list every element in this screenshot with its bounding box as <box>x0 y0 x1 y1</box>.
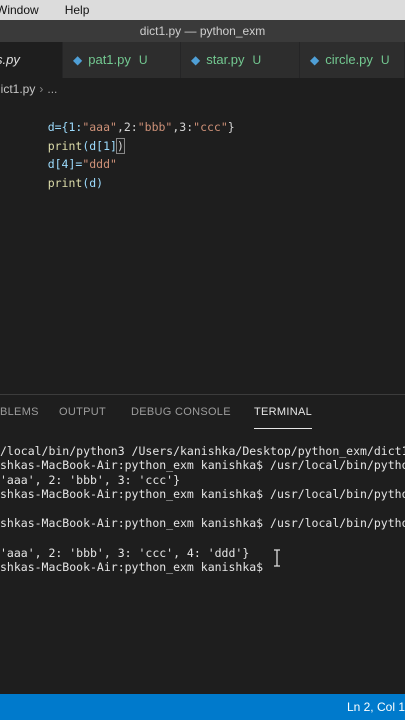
menu-window[interactable]: Window <box>0 3 39 17</box>
terminal-line: shkas-MacBook-Air:python_exm kanishka$ /… <box>0 516 405 530</box>
code-token: } <box>227 120 235 134</box>
window-title: dict1.py — python_exm <box>0 20 405 42</box>
terminal-line: shkas-MacBook-Air:python_exm kanishka$ /… <box>0 487 405 501</box>
untracked-badge: U <box>252 53 262 67</box>
tab-label: circle.py <box>325 52 373 67</box>
tab-star[interactable]: ◆ star.py U <box>181 42 300 78</box>
menu-help[interactable]: Help <box>65 3 90 17</box>
python-file-icon: ◆ <box>73 53 83 67</box>
editor-tab-bar: s.py ◆ pat1.py U ◆ star.py U ◆ circle.py U <box>0 42 405 78</box>
tab-problems[interactable]: BLEMS <box>0 395 39 429</box>
code-line-2: print(d[1]) <box>20 119 125 154</box>
cursor-position[interactable]: Ln 2, Col 1 <box>347 694 405 720</box>
tab-terminal[interactable]: TERMINAL <box>254 395 313 429</box>
code-line-1: d={1:"aaa",2:"bbb",3:"ccc"} <box>20 100 235 134</box>
tab-circle[interactable]: ◆ circle.py U <box>300 42 405 78</box>
code-line-4: print(d) <box>20 156 103 190</box>
i-beam-cursor-icon <box>274 549 280 567</box>
terminal-line: 'aaa', 2: 'bbb', 3: 'ccc', 4: 'ddd'} <box>0 546 250 560</box>
terminal-line: shkas-MacBook-Air:python_exm kanishka$ <box>0 560 264 574</box>
python-file-icon: ◆ <box>310 53 320 67</box>
panel-tab-bar: BLEMS OUTPUT DEBUG CONSOLE TERMINAL <box>0 394 405 429</box>
untracked-badge: U <box>138 53 148 67</box>
terminal-line: /local/bin/python3 /Users/kanishka/Deskt… <box>0 444 405 458</box>
code-token: ,3: <box>172 120 194 134</box>
tab-label: s.py <box>0 52 20 67</box>
code-token: "ccc" <box>193 120 228 134</box>
terminal-line: shkas-MacBook-Air:python_exm kanishka$ /… <box>0 458 405 472</box>
status-bar: Ln 2, Col 1 <box>0 694 405 720</box>
code-token: "bbb" <box>137 120 173 134</box>
tab-label: pat1.py <box>88 52 131 67</box>
untracked-badge: U <box>380 53 390 67</box>
tab-pat1[interactable]: ◆ pat1.py U <box>63 42 181 78</box>
breadcrumb: dict1.py ›... <box>0 78 405 100</box>
tab-debug-console[interactable]: DEBUG CONSOLE <box>131 395 231 429</box>
terminal-line: 'aaa', 2: 'bbb', 3: 'ccc'} <box>0 473 181 487</box>
matched-bracket: ) <box>115 138 125 154</box>
chevron-right-icon: › <box>39 82 44 96</box>
code-editor[interactable]: d={1:"aaa",2:"bbb",3:"ccc"} print(d[1]) … <box>0 100 405 390</box>
tab-output[interactable]: OUTPUT <box>59 395 106 429</box>
tab-dict1[interactable]: s.py <box>0 42 63 78</box>
breadcrumb-file[interactable]: dict1.py <box>0 82 35 96</box>
breadcrumb-more[interactable]: ... <box>47 82 57 96</box>
terminal-view[interactable]: /local/bin/python3 /Users/kanishka/Deskt… <box>0 436 405 692</box>
code-token: print <box>47 176 83 190</box>
tab-label: star.py <box>206 52 245 67</box>
python-file-icon: ◆ <box>191 53 201 67</box>
code-token: (d) <box>82 176 104 190</box>
code-line-3: d[4]="ddd" <box>20 137 117 171</box>
menu-bar: Window Help <box>0 0 405 20</box>
